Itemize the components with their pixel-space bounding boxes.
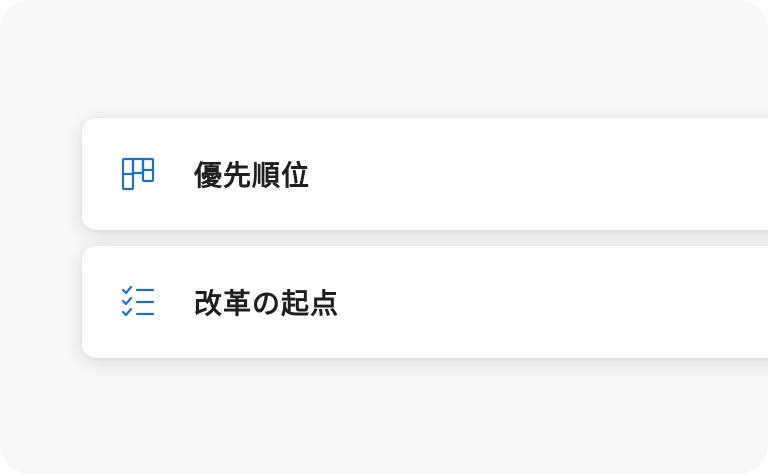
reform-origin-card[interactable]: 改革の起点	[82, 246, 768, 358]
priority-card[interactable]: 優先順位	[82, 118, 768, 230]
checklist-icon	[120, 284, 156, 320]
reform-origin-label: 改革の起点	[194, 287, 340, 320]
menu-panel: 優先順位 改革の起点	[0, 0, 768, 474]
board-layout-icon	[120, 156, 156, 192]
priority-label: 優先順位	[194, 159, 311, 192]
